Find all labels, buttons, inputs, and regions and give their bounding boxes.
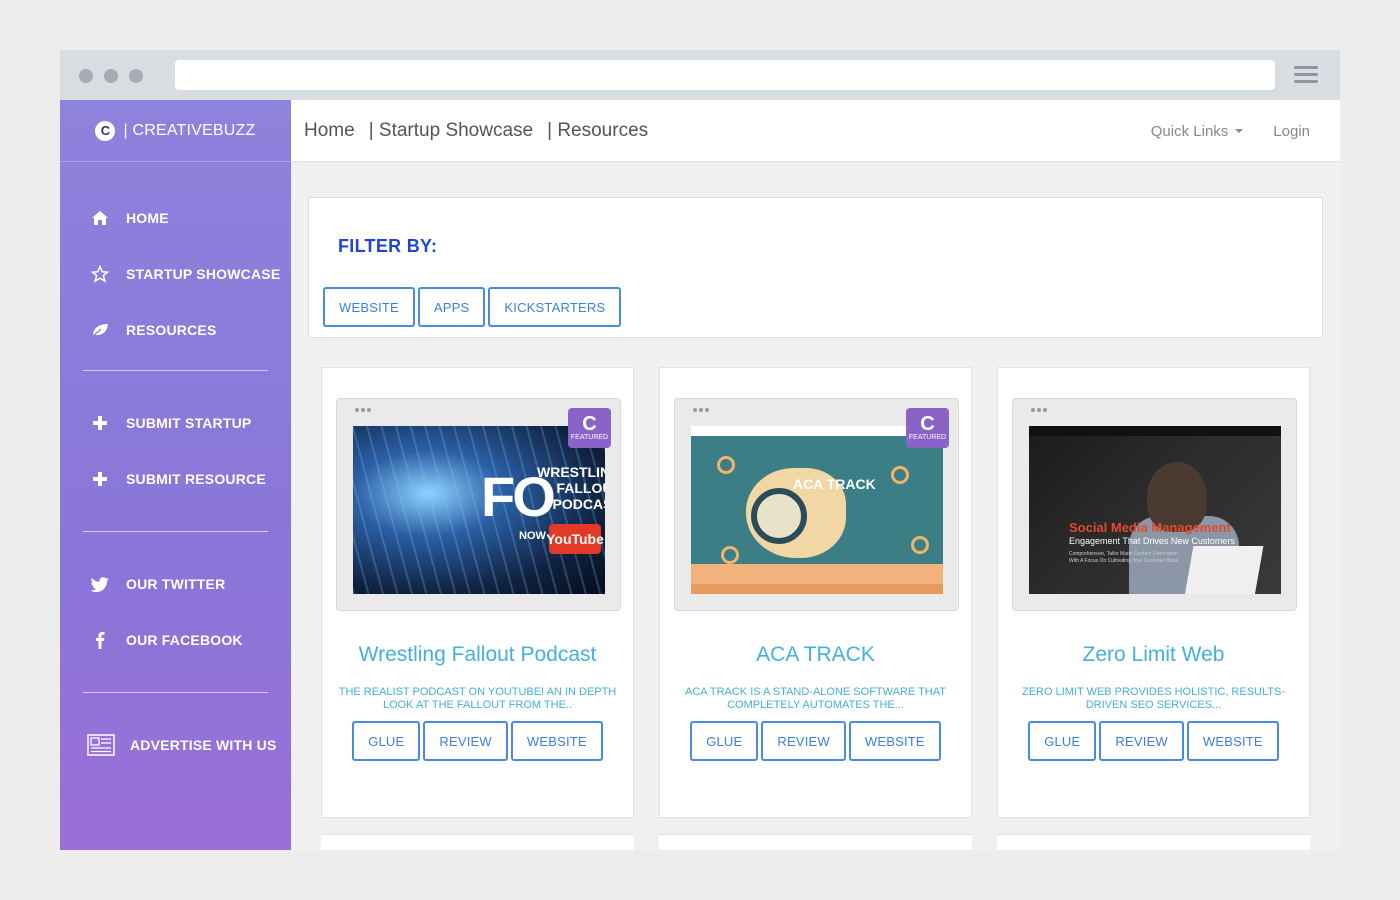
thumb-text: Comprehensive, Tailor Made Content Gener… [1069, 551, 1179, 564]
sidebar-item-label: SUBMIT RESOURCE [126, 471, 266, 487]
glue-button[interactable]: GLUE [1028, 721, 1097, 761]
quick-links-dropdown[interactable]: Quick Links [1151, 123, 1244, 140]
top-navbar: Home | Startup Showcase | Resources Quic… [291, 100, 1340, 162]
twitter-icon [90, 574, 110, 594]
showcase-card-partial [321, 834, 634, 850]
window-dot [104, 69, 118, 83]
menu-icon[interactable] [1294, 66, 1318, 84]
filter-kickstarters-button[interactable]: KICKSTARTERS [488, 287, 622, 327]
browser-window: C | CREATIVEBUZZ HOME STARTUP SHOWCASE R… [60, 50, 1340, 850]
sidebar-item-resources[interactable]: RESOURCES [60, 302, 291, 358]
sidebar-item-home[interactable]: HOME [60, 190, 291, 246]
sidebar-item-twitter[interactable]: OUR TWITTER [60, 556, 291, 612]
main-content: FILTER BY: WEBSITE APPS KICKSTARTERS FO … [291, 162, 1340, 850]
sidebar-item-facebook[interactable]: OUR FACEBOOK [60, 612, 291, 668]
thumb-text: ACA TRACK [793, 476, 876, 492]
leaf-icon [90, 320, 110, 340]
brand[interactable]: C | CREATIVEBUZZ [60, 100, 291, 162]
review-button[interactable]: REVIEW [761, 721, 846, 761]
card-thumbnail[interactable]: ACA TRACK C FEATURED [674, 398, 959, 611]
sidebar-item-submit-startup[interactable]: SUBMIT STARTUP [60, 395, 291, 451]
showcase-card-partial [997, 834, 1310, 850]
card-title[interactable]: Zero Limit Web [998, 643, 1309, 667]
star-icon [90, 264, 110, 284]
filter-title: FILTER BY: [338, 236, 438, 256]
card-description: ZERO LIMIT WEB PROVIDES HOLISTIC, RESULT… [1021, 686, 1286, 711]
showcase-card: FO WRESTLING FALLOUT PODCAST NOW ON YouT… [321, 367, 634, 818]
card-title[interactable]: ACA TRACK [660, 643, 971, 667]
sidebar: C | CREATIVEBUZZ HOME STARTUP SHOWCASE R… [60, 100, 291, 850]
sidebar-item-advertise[interactable]: ADVERTISE WITH US [60, 717, 291, 773]
card-description: ACA TRACK IS A STAND-ALONE SOFTWARE THAT… [685, 686, 946, 711]
address-bar[interactable] [175, 60, 1275, 90]
brand-logo: C [95, 120, 116, 141]
thumb-text: WRESTLING FALLOUT PODCAST [537, 464, 605, 512]
sidebar-item-label: OUR TWITTER [126, 576, 226, 592]
nav-link-home[interactable]: Home [304, 120, 355, 142]
plus-icon [90, 413, 110, 433]
featured-badge: C FEATURED [906, 408, 949, 448]
facebook-icon [90, 630, 110, 650]
showcase-card-partial [659, 834, 972, 850]
filter-panel: FILTER BY: WEBSITE APPS KICKSTARTERS [308, 197, 1323, 338]
thumbnail-image: ACA TRACK [691, 426, 943, 594]
featured-badge: C FEATURED [568, 408, 611, 448]
card-thumbnail[interactable]: FO WRESTLING FALLOUT PODCAST NOW ON YouT… [336, 398, 621, 611]
review-button[interactable]: REVIEW [1099, 721, 1184, 761]
sidebar-item-label: ADVERTISE WITH US [130, 737, 277, 753]
home-icon [90, 208, 110, 228]
glue-button[interactable]: GLUE [690, 721, 759, 761]
website-button[interactable]: WEBSITE [1186, 721, 1279, 761]
website-button[interactable]: WEBSITE [848, 721, 941, 761]
card-description: THE REALIST PODCAST ON YOUTUBE! AN IN DE… [338, 686, 617, 711]
quick-links-label: Quick Links [1150, 122, 1229, 140]
sidebar-item-label: SUBMIT STARTUP [126, 415, 252, 431]
login-link[interactable]: Login [1273, 123, 1310, 140]
sidebar-item-startup-showcase[interactable]: STARTUP SHOWCASE [60, 246, 291, 302]
next-card-row [321, 834, 1310, 850]
brand-name: | CREATIVEBUZZ [123, 121, 256, 139]
window-dot [79, 69, 93, 83]
newspaper-icon [86, 734, 116, 756]
filter-website-button[interactable]: WEBSITE [323, 287, 415, 327]
sidebar-item-label: STARTUP SHOWCASE [126, 266, 281, 282]
youtube-logo: YouTube [546, 524, 604, 554]
showcase-card: Social Media Management Engagement That … [997, 367, 1310, 818]
sidebar-item-label: OUR FACEBOOK [126, 632, 243, 648]
sidebar-item-label: RESOURCES [126, 322, 217, 338]
browser-toolbar [60, 50, 1340, 100]
nav-link-resources[interactable]: | Resources [547, 120, 648, 142]
thumb-text: Engagement That Drives New Customers [1069, 536, 1235, 546]
plus-icon [90, 469, 110, 489]
glue-button[interactable]: GLUE [352, 721, 421, 761]
sidebar-item-submit-resource[interactable]: SUBMIT RESOURCE [60, 451, 291, 507]
nav-link-startup-showcase[interactable]: | Startup Showcase [369, 120, 533, 142]
card-thumbnail[interactable]: Social Media Management Engagement That … [1012, 398, 1297, 611]
window-dot [129, 69, 143, 83]
card-title[interactable]: Wrestling Fallout Podcast [322, 643, 633, 667]
thumbnail-image: Social Media Management Engagement That … [1029, 426, 1281, 594]
thumbnail-image: FO WRESTLING FALLOUT PODCAST NOW ON YouT… [353, 426, 605, 594]
website-button[interactable]: WEBSITE [510, 721, 603, 761]
review-button[interactable]: REVIEW [423, 721, 508, 761]
thumb-text: Social Media Management [1069, 520, 1231, 535]
filter-apps-button[interactable]: APPS [417, 287, 486, 327]
caret-down-icon [1235, 129, 1244, 133]
showcase-card: ACA TRACK C FEATURED ACA TRACK ACA TRACK… [659, 367, 972, 818]
sidebar-item-label: HOME [126, 210, 169, 226]
